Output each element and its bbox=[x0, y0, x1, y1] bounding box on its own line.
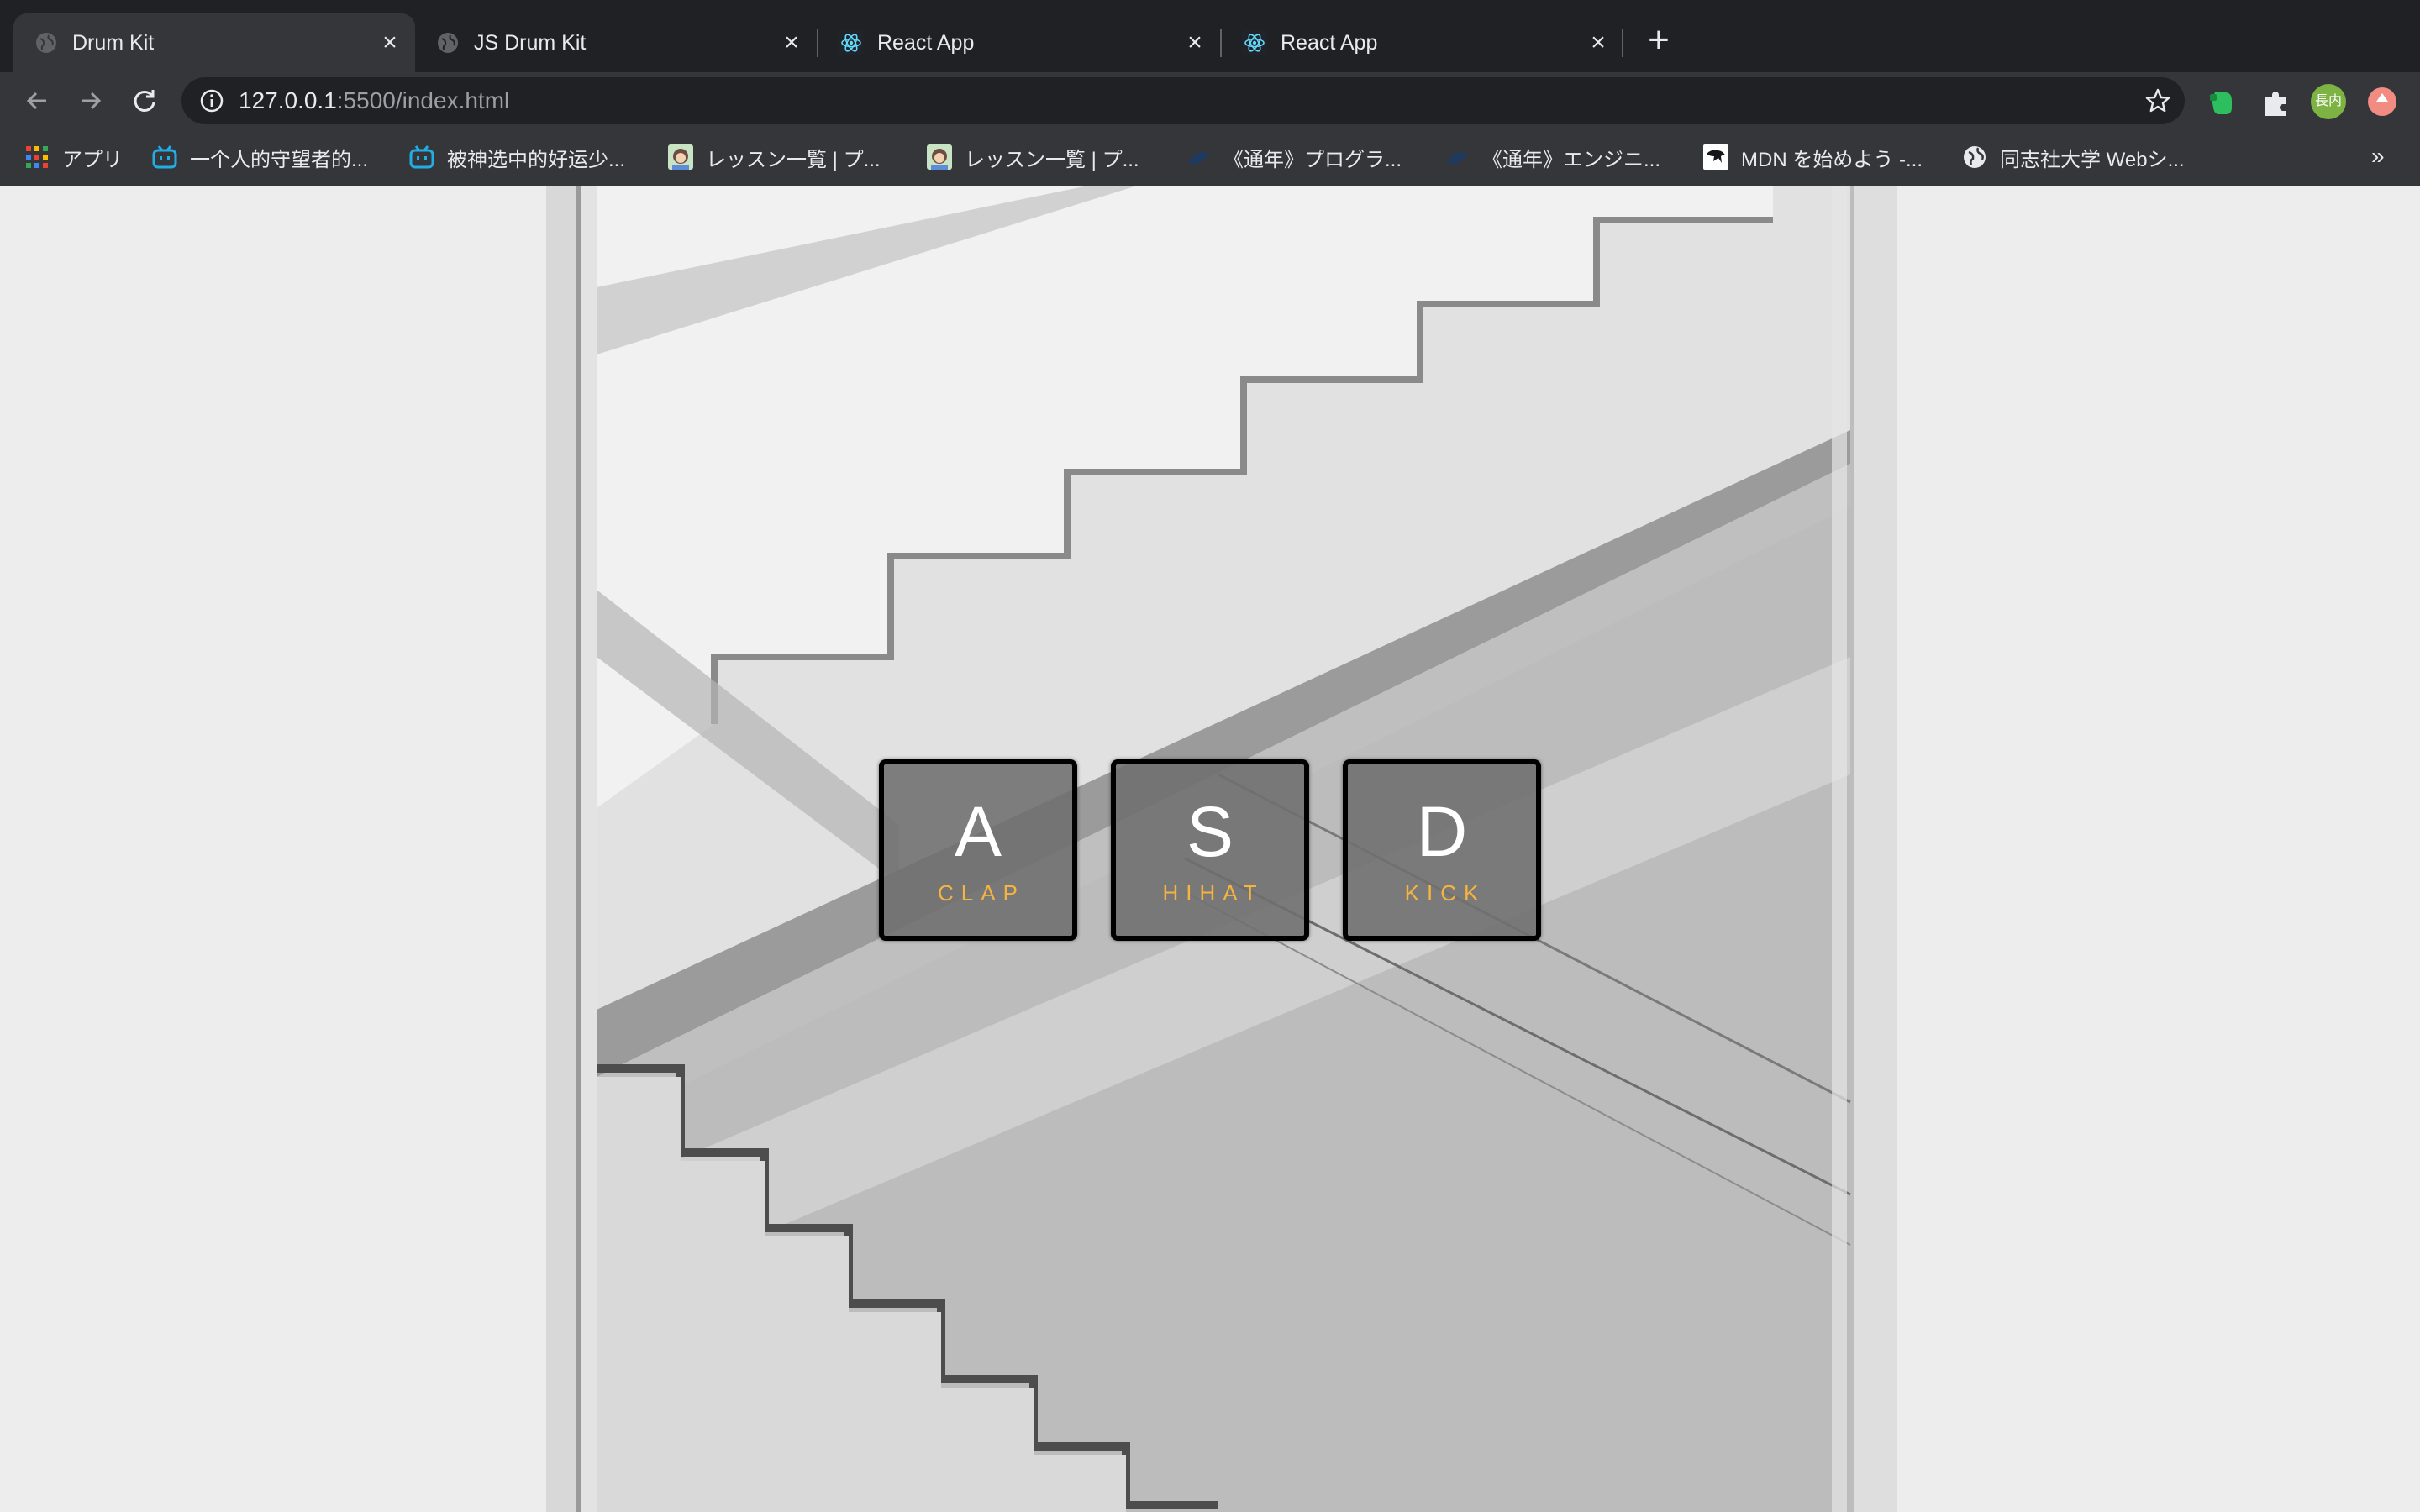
close-icon[interactable]: × bbox=[376, 29, 403, 56]
progate-icon bbox=[927, 144, 952, 170]
key-letter: A bbox=[954, 792, 1002, 871]
back-button[interactable] bbox=[18, 82, 55, 119]
bookmark-progate-1[interactable]: レッスン一覧 | プ... bbox=[667, 143, 881, 171]
close-icon[interactable]: × bbox=[778, 29, 805, 56]
bookmarks-bar: アプリ 一个人的守望者的... 被神选中的好运少... レッスン一覧 | プ..… bbox=[0, 129, 2420, 186]
globe-icon bbox=[1964, 146, 1986, 168]
tab-drum-kit[interactable]: Drum Kit × bbox=[13, 13, 415, 72]
evernote-icon[interactable] bbox=[2205, 86, 2238, 119]
globe-icon bbox=[36, 33, 56, 53]
bilibili-icon bbox=[152, 145, 177, 169]
tab-title: JS Drum Kit bbox=[474, 31, 587, 55]
bilibili-icon bbox=[409, 145, 434, 169]
forward-button[interactable] bbox=[72, 82, 109, 119]
drum-key-s[interactable]: S HIHAT bbox=[1111, 759, 1309, 941]
drum-keys: A CLAP S HIHAT D KICK bbox=[879, 759, 1544, 941]
arrow-right-icon bbox=[82, 92, 102, 110]
tab-strip: Drum Kit × JS Drum Kit × React App × Rea… bbox=[0, 0, 2420, 72]
bookmark-label: 《通年》エンジニ... bbox=[1482, 148, 1661, 171]
bookmark-label: 一个人的守望者的... bbox=[190, 148, 369, 171]
bookmark-label: レッスン一覧 | プ... bbox=[965, 148, 1139, 171]
page-viewport: A CLAP S HIHAT D KICK bbox=[0, 186, 2420, 1512]
bookmark-progate-2[interactable]: レッスン一覧 | プ... bbox=[926, 143, 1139, 171]
bookmark-doshisha[interactable]: 同志社大学 Webシ... bbox=[1961, 143, 2185, 171]
bookmark-label: レッスン一覧 | プ... bbox=[706, 148, 881, 171]
info-icon[interactable] bbox=[200, 89, 224, 113]
update-icon[interactable] bbox=[2368, 87, 2396, 116]
tab-title: React App bbox=[877, 31, 975, 55]
bookmark-apps[interactable]: アプリ bbox=[24, 143, 123, 171]
bookmark-label: MDN を始めよう -... bbox=[1741, 148, 1923, 171]
close-icon[interactable]: × bbox=[1181, 29, 1208, 56]
react-icon bbox=[1242, 30, 1267, 55]
tab-react-app-2[interactable]: React App × bbox=[1222, 13, 1623, 72]
tab-separator bbox=[1622, 29, 1623, 57]
key-letter: S bbox=[1186, 792, 1234, 871]
drum-key-a[interactable]: A CLAP bbox=[879, 759, 1077, 941]
sound-label: HIHAT bbox=[1162, 880, 1265, 906]
address-url[interactable]: 127.0.0.1:5500/index.html bbox=[239, 88, 509, 113]
bookmark-tsunen-1[interactable]: 《通年》プログラ... bbox=[1185, 143, 1402, 171]
globe-icon bbox=[438, 33, 458, 53]
tab-title: Drum Kit bbox=[72, 31, 155, 55]
bookmark-bilibili-1[interactable]: 一个人的守望者的... bbox=[151, 143, 368, 171]
bookmarks-overflow-button[interactable]: » bbox=[2371, 143, 2385, 170]
star-icon[interactable] bbox=[2144, 87, 2171, 114]
url-path: :5500/index.html bbox=[336, 87, 510, 113]
sound-label: CLAP bbox=[938, 880, 1025, 906]
apps-grid-icon bbox=[26, 146, 48, 168]
tab-js-drum-kit[interactable]: JS Drum Kit × bbox=[415, 13, 817, 72]
tab-react-app[interactable]: React App × bbox=[818, 13, 1220, 72]
bookmark-label: 《通年》プログラ... bbox=[1223, 148, 1402, 171]
bookmark-label: 被神选中的好运少... bbox=[447, 148, 626, 171]
new-tab-button[interactable]: + bbox=[1640, 22, 1677, 60]
close-icon[interactable]: × bbox=[1585, 29, 1612, 56]
drum-key-d[interactable]: D KICK bbox=[1343, 759, 1541, 941]
extensions-puzzle-icon[interactable] bbox=[2259, 86, 2292, 119]
profile-avatar[interactable]: 長内 bbox=[2311, 84, 2346, 119]
tab-title: React App bbox=[1281, 31, 1378, 55]
reload-button[interactable] bbox=[126, 82, 163, 119]
arrow-left-icon bbox=[26, 92, 46, 110]
mdn-icon bbox=[1703, 144, 1728, 170]
key-letter: D bbox=[1416, 792, 1468, 871]
progate-icon bbox=[668, 144, 693, 170]
bookmark-tsunen-2[interactable]: 《通年》エンジニ... bbox=[1444, 143, 1660, 171]
bird-icon bbox=[1447, 152, 1469, 165]
bookmark-label: 同志社大学 Webシ... bbox=[2000, 148, 2185, 171]
bookmark-mdn[interactable]: MDN を始めよう -... bbox=[1702, 143, 1923, 171]
bookmark-bilibili-2[interactable]: 被神选中的好运少... bbox=[408, 143, 625, 171]
reload-icon bbox=[134, 90, 155, 112]
react-icon bbox=[839, 30, 864, 55]
address-bar[interactable]: 127.0.0.1:5500/index.html bbox=[182, 77, 2185, 124]
url-host: 127.0.0.1 bbox=[239, 87, 337, 113]
sound-label: KICK bbox=[1404, 880, 1486, 906]
bookmark-label: アプリ bbox=[62, 148, 123, 171]
browser-toolbar: 127.0.0.1:5500/index.html 長内 bbox=[0, 72, 2420, 129]
bird-icon bbox=[1188, 152, 1210, 165]
